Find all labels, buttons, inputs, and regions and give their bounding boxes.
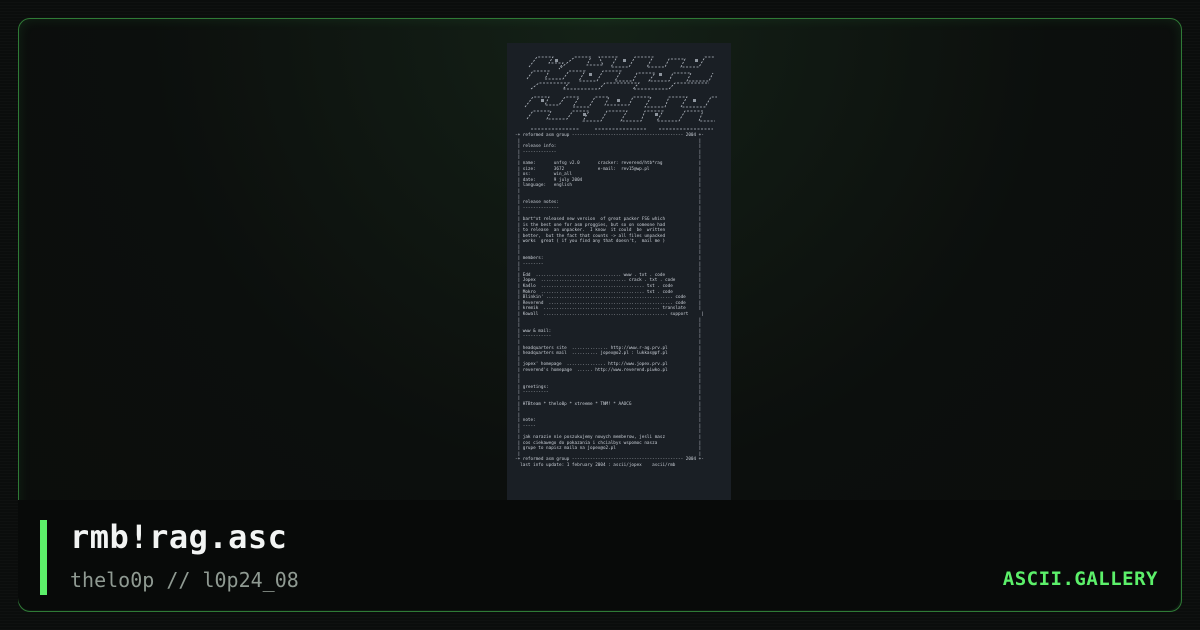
accent-bar bbox=[40, 520, 47, 595]
ascii-logo-art bbox=[524, 56, 717, 130]
ascii-art-preview[interactable]: -+ reformed asm group ------------------… bbox=[507, 43, 731, 519]
info-bar: rmb!rag.asc thelo0p // l0p24_08 ASCII.GA… bbox=[18, 500, 1180, 610]
ascii-art-text: -+ reformed asm group ------------------… bbox=[515, 133, 704, 469]
artist-credit[interactable]: thelo0p // l0p24_08 bbox=[70, 568, 299, 592]
art-title: rmb!rag.asc bbox=[70, 518, 288, 556]
site-brand-link[interactable]: ASCII.GALLERY bbox=[1003, 568, 1158, 590]
